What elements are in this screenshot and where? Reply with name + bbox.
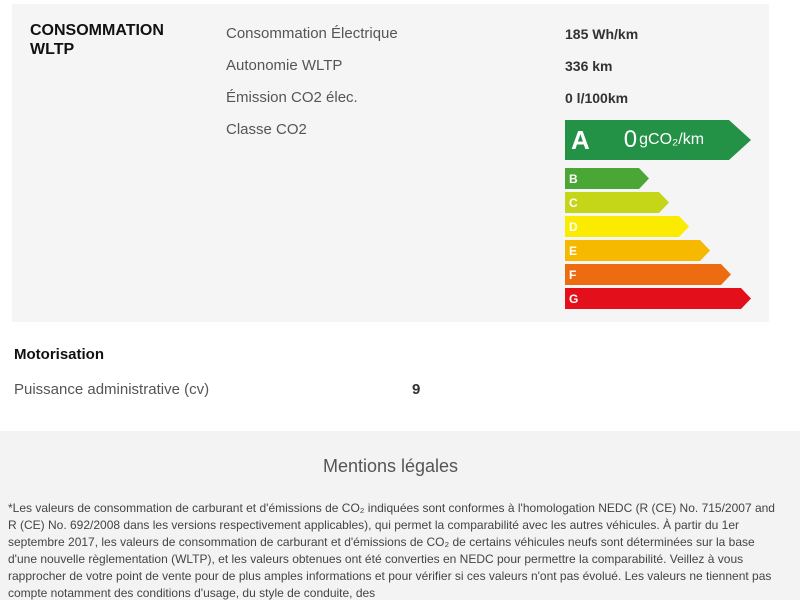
energy-class-a-bar: A 0 gCO₂/km <box>565 120 751 160</box>
legal-notice-section: Mentions légales *Les valeurs de consomm… <box>0 431 800 600</box>
energy-class-e-bar: E <box>565 240 710 261</box>
energy-class-g-bar: G <box>565 288 751 309</box>
legal-notice-title: Mentions légales <box>322 456 459 476</box>
consumption-title: CONSOMMATION WLTP <box>30 22 164 58</box>
energy-class-e-letter: E <box>569 243 578 258</box>
legal-notice-text: *Les valeurs de consommation de carburan… <box>8 501 775 600</box>
energy-class-f-letter: F <box>569 267 577 282</box>
co2-class-label: Classe CO2 <box>226 121 307 138</box>
energy-class-a-letter: A <box>571 124 590 155</box>
fiscal-power-value: 9 <box>412 381 421 398</box>
energy-class-b-bar: B <box>565 168 649 189</box>
energy-class-c-letter: C <box>569 195 578 210</box>
wltp-range-label: Autonomie WLTP <box>226 57 343 74</box>
energy-class-d-bar: D <box>565 216 689 237</box>
energy-class-b-letter: B <box>569 171 578 186</box>
co2-emission-label: Émission CO2 élec. <box>226 89 358 106</box>
energy-class-a-value: 0 <box>623 126 638 153</box>
electric-consumption-value: 185 Wh/km <box>565 26 639 42</box>
energy-class-c-bar: C <box>565 192 669 213</box>
co2-emission-value: 0 l/100km <box>565 90 629 106</box>
energy-class-d-letter: D <box>569 219 578 234</box>
energy-class-f-bar: F <box>565 264 731 285</box>
motorisation-title: Motorisation <box>14 346 104 363</box>
energy-class-a-unit: gCO₂/km <box>639 131 705 148</box>
wltp-range-value: 336 km <box>565 58 613 74</box>
co2-energy-label: A 0 gCO₂/km B C D E F G <box>565 120 765 308</box>
energy-class-g-letter: G <box>569 291 579 306</box>
electric-consumption-label: Consommation Électrique <box>226 25 398 42</box>
consumption-panel: CONSOMMATION WLTP Consommation Électriqu… <box>12 4 769 322</box>
fiscal-power-label: Puissance administrative (cv) <box>14 381 210 398</box>
